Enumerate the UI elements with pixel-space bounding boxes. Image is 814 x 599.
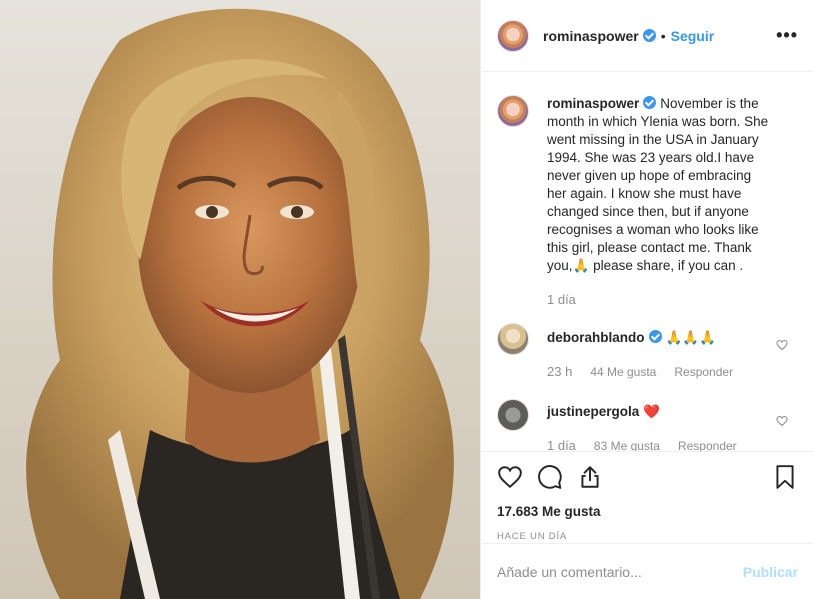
author-username[interactable]: rominaspower xyxy=(543,28,639,44)
comment-time[interactable]: 1 día xyxy=(547,437,576,451)
post-actions: 17.683 Me gusta HACE UN DÍA xyxy=(481,451,814,542)
comment-icon[interactable] xyxy=(537,464,563,490)
caption-time[interactable]: 1 día xyxy=(547,291,576,309)
caption-text: November is the month in which Ylenia wa… xyxy=(547,96,769,273)
instagram-post: rominaspower • Seguir ••• rominaspower No… xyxy=(0,0,814,599)
comment-text: ❤️ xyxy=(643,404,661,419)
comment-input[interactable] xyxy=(497,563,743,580)
caption: rominaspower November is the month in whi… xyxy=(497,95,798,309)
action-icons-row xyxy=(497,462,798,492)
publish-button[interactable]: Publicar xyxy=(743,564,798,580)
caption-username[interactable]: rominaspower xyxy=(547,96,639,111)
follow-button[interactable]: Seguir xyxy=(671,28,715,44)
caption-avatar[interactable] xyxy=(497,95,529,127)
separator-dot: • xyxy=(660,27,666,44)
comment-item: deborahblando 🙏🙏🙏 23 h 44 Me gusta Respon… xyxy=(497,323,798,381)
comment-text-block: deborahblando 🙏🙏🙏 xyxy=(547,323,774,347)
portrait-image xyxy=(26,8,454,599)
commenter-avatar[interactable] xyxy=(497,323,529,355)
reply-button[interactable]: Responder xyxy=(678,437,737,451)
comment-likes[interactable]: 44 Me gusta xyxy=(590,363,656,381)
add-comment-bar: Publicar xyxy=(481,543,814,599)
comment-like-heart-icon[interactable] xyxy=(776,415,788,427)
comment-username[interactable]: justinepergola xyxy=(547,404,639,419)
posted-time[interactable]: HACE UN DÍA xyxy=(497,531,798,542)
caption-text-block: rominaspower November is the month in whi… xyxy=(547,95,774,275)
more-options-icon[interactable]: ••• xyxy=(776,25,798,46)
commenter-avatar[interactable] xyxy=(497,399,529,431)
heart-icon[interactable] xyxy=(497,464,523,490)
post-side-panel: rominaspower • Seguir ••• rominaspower No… xyxy=(480,0,814,599)
author-avatar[interactable] xyxy=(497,19,529,52)
comment-text-block: justinepergola ❤️ xyxy=(547,399,774,421)
reply-button[interactable]: Responder xyxy=(674,363,733,381)
verified-badge-icon xyxy=(642,29,656,42)
comment-username[interactable]: deborahblando xyxy=(547,330,645,345)
bookmark-icon[interactable] xyxy=(772,464,798,490)
comment-item: justinepergola ❤️ 1 día 83 Me gusta Respo… xyxy=(497,399,798,451)
comments-list[interactable]: rominaspower November is the month in whi… xyxy=(481,73,814,451)
verified-badge-icon xyxy=(648,330,662,343)
comment-text: 🙏🙏🙏 xyxy=(665,330,716,345)
post-photo[interactable] xyxy=(0,0,480,599)
verified-badge-icon xyxy=(643,96,657,109)
comment-likes[interactable]: 83 Me gusta xyxy=(594,437,660,451)
share-icon[interactable] xyxy=(577,464,603,490)
comment-like-heart-icon[interactable] xyxy=(776,339,788,351)
comment-time[interactable]: 23 h xyxy=(547,363,572,381)
likes-count[interactable]: 17.683 Me gusta xyxy=(497,504,798,519)
post-header: rominaspower • Seguir ••• xyxy=(481,0,814,72)
